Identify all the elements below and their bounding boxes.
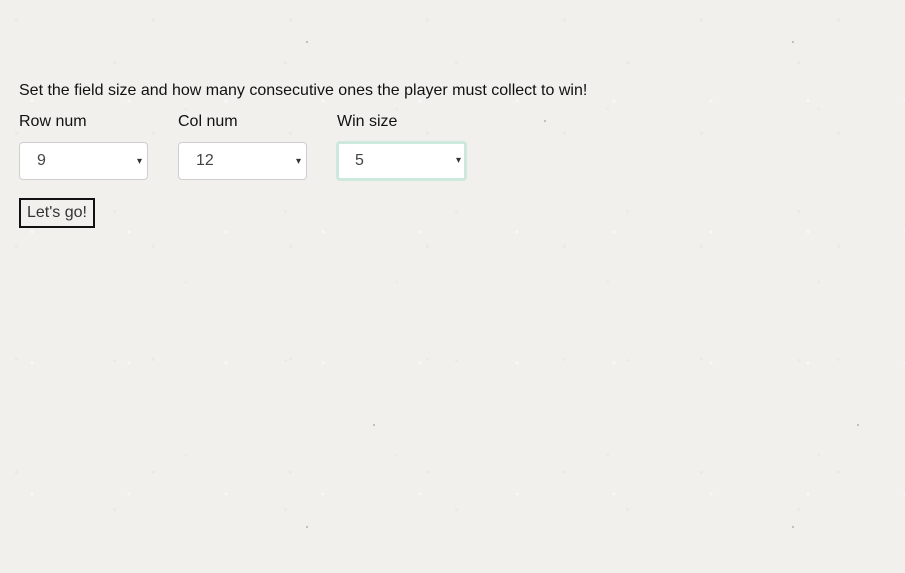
col-num-value: 12 [196,152,214,169]
row-num-field: Row num 9 ▾ [19,113,149,181]
paper-speck [306,526,308,528]
field-size-controls: Row num 9 ▾ Col num 12 ▾ Win size 5 ▾ [19,113,587,181]
row-num-select[interactable]: 9 ▾ [19,142,148,180]
col-num-label: Col num [178,113,238,130]
paper-speck [792,526,794,528]
win-size-field: Win size 5 ▾ [336,113,467,181]
win-size-label: Win size [337,113,398,130]
col-num-field: Col num 12 ▾ [178,113,308,181]
instructions-text: Set the field size and how many consecut… [19,82,588,99]
chevron-down-icon: ▾ [136,156,142,167]
chevron-down-icon: ▾ [295,156,301,167]
col-num-select[interactable]: 12 ▾ [178,142,307,180]
row-num-label: Row num [19,113,87,130]
win-size-value: 5 [355,152,364,169]
paper-speck [306,41,308,43]
game-setup-panel: Set the field size and how many consecut… [19,81,587,228]
win-size-select[interactable]: 5 ▾ [336,141,467,181]
lets-go-button[interactable]: Let's go! [19,198,95,228]
paper-speck [373,424,375,426]
row-num-value: 9 [37,152,46,169]
paper-speck [857,424,859,426]
paper-speck [792,41,794,43]
chevron-down-icon: ▾ [455,155,461,166]
